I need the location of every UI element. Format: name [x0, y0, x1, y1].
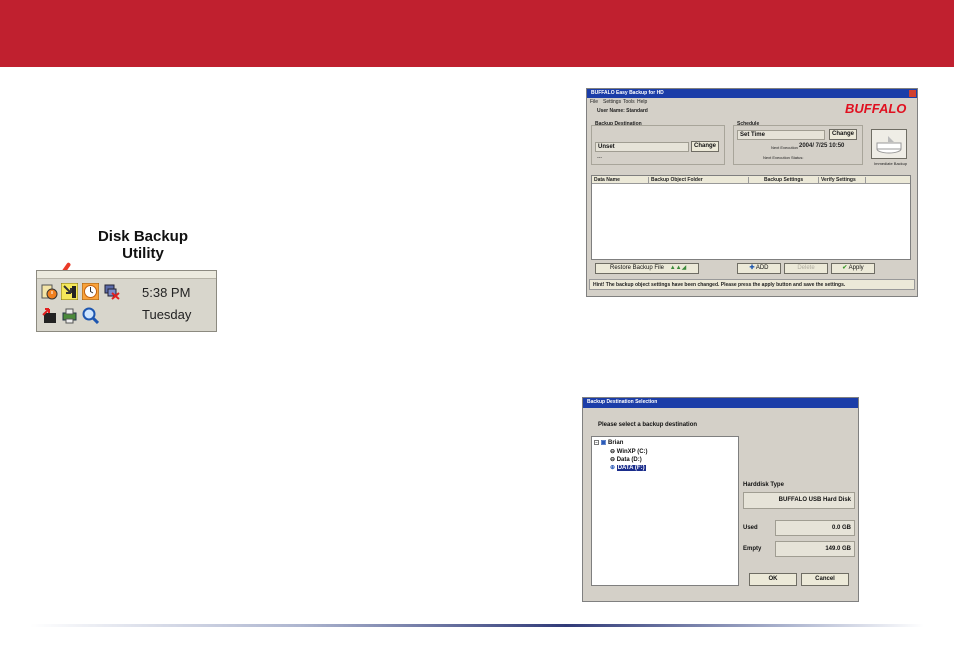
column-verify-settings[interactable]: Verify Settings [821, 177, 866, 184]
harddisk-type-label: Harddisk Type [743, 482, 784, 488]
schedule-field: Set Time [737, 130, 825, 140]
table-header-row: Data Name Backup Object Folder Backup Se… [592, 176, 910, 184]
apply-check-icon: ✔ [842, 265, 848, 271]
usb-drive-icon: ⊕ [610, 465, 616, 471]
add-plus-icon: ✚ [749, 265, 755, 271]
drive-icon: ⊖ [610, 449, 616, 455]
drive-icon: ⊖ [610, 457, 616, 463]
window-title: BUFFALO Easy Backup for HD [591, 90, 664, 96]
collapse-icon[interactable]: − [594, 440, 599, 445]
tray-top-edge [37, 271, 216, 279]
immediate-backup-label: Immediate Backup [874, 161, 908, 166]
computer-icon: ▣ [600, 440, 607, 446]
backup-destination-dialog: Backup Destination Selection Please sele… [582, 397, 859, 602]
destination-change-button[interactable]: Change [691, 141, 719, 152]
tree-drive-d[interactable]: ⊖ Data (D:) [610, 456, 642, 463]
menu-tools[interactable]: Tools [623, 99, 635, 105]
footer-rule [30, 624, 924, 627]
next-execution-label: Next Execution [771, 145, 798, 150]
tree-drive-c[interactable]: ⊖ WinXP (C:) [610, 448, 648, 455]
tree-root-label: Brian [608, 440, 624, 446]
restore-icon: ▲▲◢ [669, 265, 687, 271]
dialog-titlebar: Backup Destination Selection [583, 398, 858, 408]
used-label: Used [743, 525, 758, 531]
backup-destination-sub: --- [597, 155, 602, 161]
tree-drive-d-label: Data (D:) [616, 457, 642, 463]
cancel-button[interactable]: Cancel [801, 573, 849, 586]
next-execution-status: Next Execution Status: [763, 155, 804, 160]
window-titlebar: BUFFALO Easy Backup for HD [587, 89, 917, 98]
restore-backup-file-label: Restore Backup File [610, 265, 665, 271]
menu-help[interactable]: Help [637, 99, 647, 105]
callout-line-1: Disk Backup [97, 228, 189, 245]
backup-items-table: Data Name Backup Object Folder Backup Se… [591, 175, 911, 260]
search-magnifier-icon[interactable] [82, 307, 100, 325]
close-icon[interactable] [909, 90, 916, 97]
empty-label: Empty [743, 546, 762, 552]
safely-remove-hardware-icon[interactable] [41, 307, 58, 324]
user-name-label: User Name: Standard [597, 108, 648, 114]
clock-schedule-icon[interactable] [81, 282, 100, 301]
callout-line-2: Utility [122, 245, 164, 262]
task-scheduler-icon[interactable] [41, 283, 58, 300]
disk-backup-callout: Disk Backup Utility [88, 228, 198, 262]
buffalo-logo: BUFFALO [845, 101, 907, 116]
used-value: 0.0 GB [775, 520, 855, 536]
empty-value: 149.0 GB [775, 541, 855, 557]
column-data-name[interactable]: Data Name [594, 177, 649, 184]
dialog-title: Backup Destination Selection [587, 399, 658, 405]
next-execution-value: 2004/ 7/25 10:50 [799, 143, 845, 149]
add-button-label: ADD [755, 265, 769, 271]
tree-drive-f-label: DATA (F:) [616, 465, 646, 471]
header-band [0, 0, 954, 67]
add-button[interactable]: ✚ ADD [737, 263, 781, 274]
system-tray: 5:38 PM Tuesday [36, 270, 217, 332]
schedule-change-button[interactable]: Change [829, 129, 857, 140]
restore-backup-file-button[interactable]: Restore Backup File ▲▲◢ [595, 263, 699, 274]
ok-button[interactable]: OK [749, 573, 797, 586]
tree-drive-c-label: WinXP (C:) [616, 449, 648, 455]
tree-drive-f[interactable]: ⊕ DATA (F:) [610, 464, 646, 471]
column-backup-settings[interactable]: Backup Settings [764, 177, 819, 184]
hint-bar: Hint! The backup object settings have be… [589, 279, 915, 290]
backup-destination-field: Unset [595, 142, 689, 152]
tree-root[interactable]: − ▣ Brian [594, 439, 623, 446]
network-disconnected-icon[interactable] [103, 283, 120, 300]
menu-file[interactable]: File [590, 99, 598, 105]
apply-button[interactable]: ✔ Apply [831, 263, 875, 274]
column-backup-object-folder[interactable]: Backup Object Folder [651, 177, 749, 184]
tray-clock-day: Tuesday [142, 307, 192, 322]
apply-button-label: Apply [848, 265, 864, 271]
disk-backup-utility-icon[interactable] [60, 282, 79, 301]
harddisk-type-value: BUFFALO USB Hard Disk [743, 492, 855, 509]
delete-button[interactable]: Delete [784, 263, 828, 274]
printer-icon[interactable] [61, 307, 78, 324]
immediate-backup-button[interactable] [871, 129, 907, 159]
dialog-prompt: Please select a backup destination [598, 422, 698, 428]
hint-text: Hint! The backup object settings have be… [593, 282, 846, 288]
drive-tree: − ▣ Brian ⊖ WinXP (C:) ⊖ Data (D:) ⊕ DAT… [591, 436, 739, 586]
easy-backup-window: BUFFALO Easy Backup for HD File Settings… [586, 88, 918, 297]
tray-clock-time[interactable]: 5:38 PM [142, 285, 190, 300]
menu-settings[interactable]: Settings [603, 99, 621, 105]
